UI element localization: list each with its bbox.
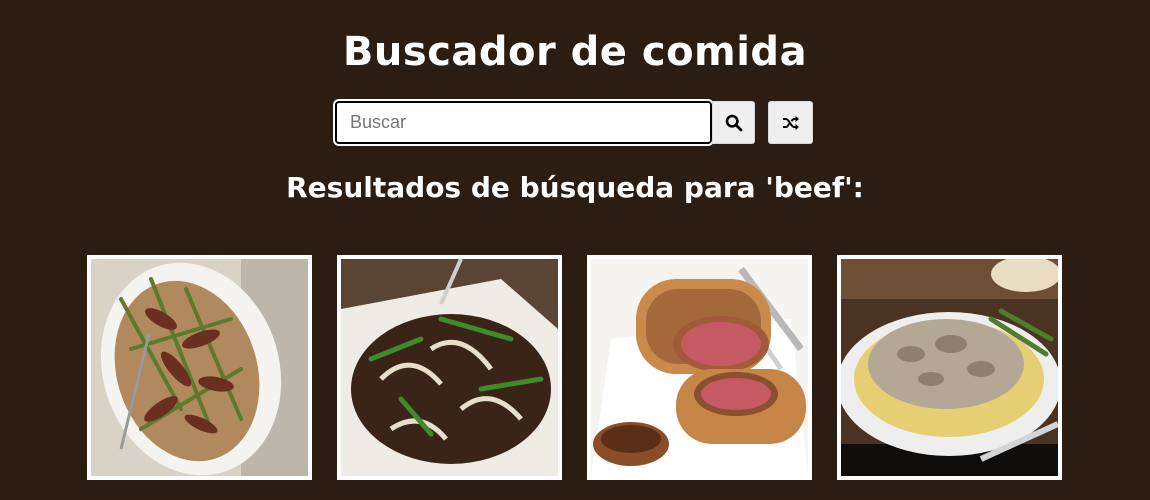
meal-card[interactable] — [87, 255, 312, 480]
app-container: Buscador de comida Resultados de búsqued… — [0, 0, 1150, 500]
page-title: Buscador de comida — [342, 29, 808, 75]
results-grid — [87, 255, 1062, 480]
shuffle-icon — [782, 115, 799, 130]
meal-image — [91, 259, 308, 476]
search-input[interactable] — [333, 99, 714, 146]
meal-card[interactable] — [587, 255, 812, 480]
meal-card[interactable] — [837, 255, 1062, 480]
search-bar — [333, 99, 813, 146]
meal-image — [341, 259, 558, 476]
search-button[interactable] — [712, 101, 755, 144]
random-meal-button[interactable] — [768, 101, 813, 144]
search-icon — [725, 114, 742, 131]
meal-image — [591, 259, 808, 476]
meal-card[interactable] — [337, 255, 562, 480]
results-heading: Resultados de búsqueda para 'beef': — [286, 171, 864, 204]
meal-image — [841, 259, 1058, 476]
